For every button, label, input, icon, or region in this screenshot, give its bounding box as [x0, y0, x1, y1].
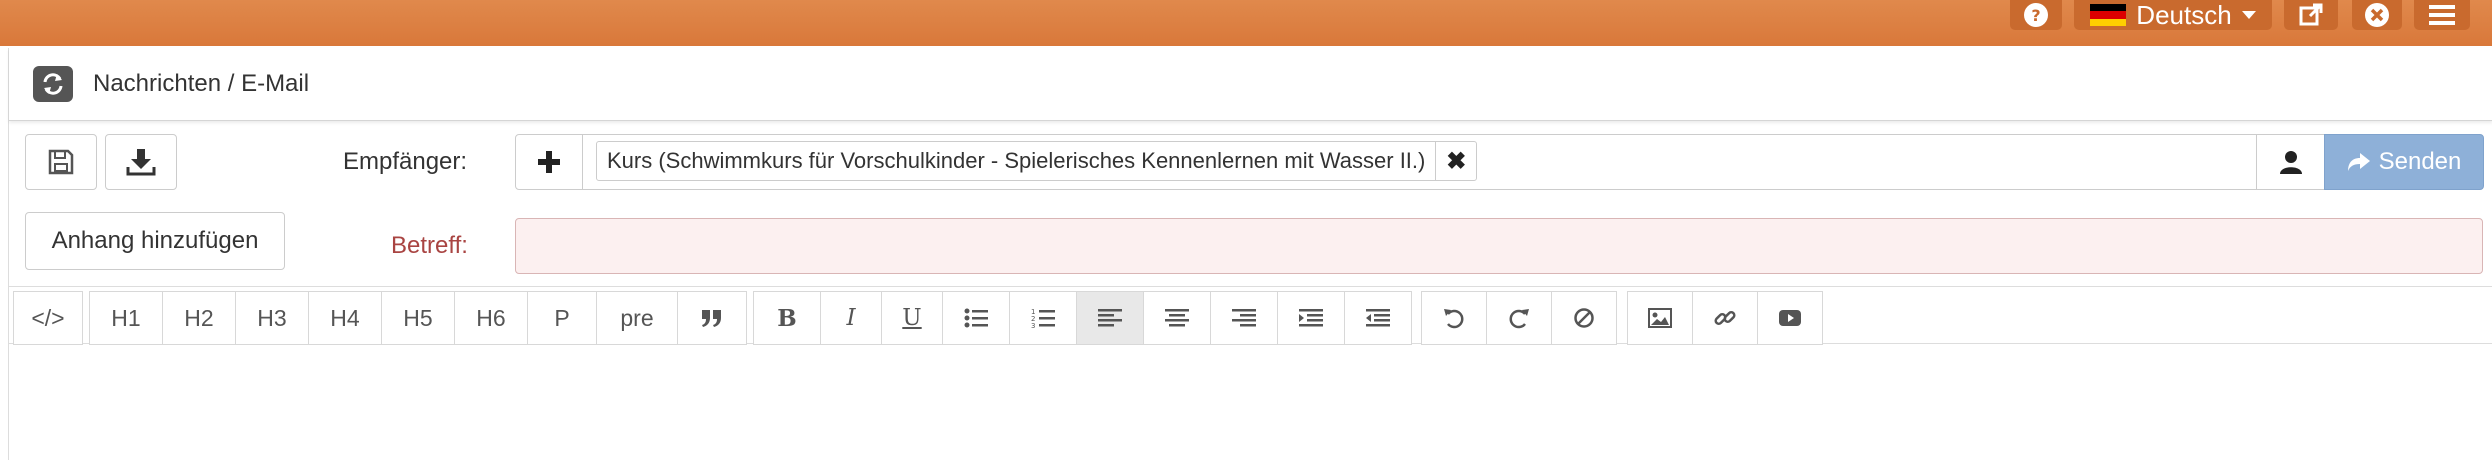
plus-icon: [538, 151, 560, 173]
german-flag-icon: [2090, 4, 2127, 26]
code-view-group: </>: [13, 291, 83, 345]
h6-button[interactable]: H6: [454, 291, 528, 345]
close-button[interactable]: [2352, 0, 2402, 30]
unordered-list-icon: [964, 308, 988, 328]
redo-button[interactable]: [1486, 291, 1552, 345]
insert-image-button[interactable]: [1627, 291, 1693, 345]
editor-area[interactable]: [9, 346, 2492, 460]
user-icon: [2280, 151, 2302, 174]
outdent-button[interactable]: [1344, 291, 1412, 345]
refresh-icon: [43, 73, 63, 95]
heading-group: H1 H2 H3 H4 H5 H6 P pre: [89, 291, 747, 345]
recipients-field: Kurs (Schwimmkurs für Vorschulkinder - S…: [515, 134, 2484, 190]
close-circle-icon: [2365, 3, 2389, 27]
blockquote-button[interactable]: [677, 291, 747, 345]
svg-text:3: 3: [1031, 322, 1035, 329]
save-button[interactable]: [25, 134, 97, 190]
paragraph-button[interactable]: P: [527, 291, 597, 345]
outdent-icon: [1366, 309, 1390, 327]
align-center-button[interactable]: [1143, 291, 1211, 345]
h4-button[interactable]: H4: [308, 291, 382, 345]
format-group: B I U 123: [753, 291, 1278, 345]
floppy-disk-icon: [48, 149, 74, 175]
link-icon: [1714, 310, 1736, 326]
underline-button[interactable]: U: [881, 291, 943, 345]
history-group: [1421, 291, 1617, 345]
pre-button[interactable]: pre: [596, 291, 678, 345]
code-view-button[interactable]: </>: [13, 291, 83, 345]
add-attachment-button[interactable]: Anhang hinzufügen: [25, 212, 285, 270]
remove-recipient-icon[interactable]: ✖: [1435, 142, 1476, 180]
image-icon: [1648, 308, 1672, 328]
insert-video-button[interactable]: [1757, 291, 1823, 345]
insert-link-button[interactable]: [1692, 291, 1758, 345]
undo-icon: [1444, 309, 1464, 329]
add-recipient-button[interactable]: [516, 135, 583, 189]
h2-button[interactable]: H2: [162, 291, 236, 345]
recipient-tag: Kurs (Schwimmkurs für Vorschulkinder - S…: [596, 141, 1478, 181]
message-panel: Nachrichten / E-Mail Anhang hinzufügen E…: [8, 48, 2492, 460]
external-link-icon: [2299, 3, 2323, 26]
download-button[interactable]: [105, 134, 177, 190]
recipients-label: Empfänger:: [343, 148, 468, 175]
clear-format-button[interactable]: [1551, 291, 1617, 345]
language-select[interactable]: Deutsch: [2074, 0, 2272, 30]
video-icon: [1779, 310, 1801, 326]
ordered-list-button[interactable]: 123: [1009, 291, 1077, 345]
language-label: Deutsch: [2136, 0, 2232, 30]
refresh-button[interactable]: [33, 66, 73, 102]
quote-icon: [702, 310, 721, 327]
send-button[interactable]: Senden: [2324, 134, 2484, 190]
align-right-button[interactable]: [1210, 291, 1278, 345]
align-left-button[interactable]: [1076, 291, 1144, 345]
caret-down-icon: [2241, 11, 2256, 19]
align-right-icon: [1232, 309, 1256, 327]
download-icon: [126, 149, 156, 176]
page-title: Nachrichten / E-Mail: [93, 70, 310, 97]
align-left-icon: [1098, 309, 1122, 327]
menu-button[interactable]: [2414, 0, 2470, 30]
indent-icon: [1299, 309, 1323, 327]
subject-input[interactable]: [515, 218, 2483, 274]
top-bar: ? Deutsch: [0, 0, 2492, 46]
bold-button[interactable]: B: [753, 291, 821, 345]
h3-button[interactable]: H3: [235, 291, 309, 345]
recipient-tag-label: Kurs (Schwimmkurs für Vorschulkinder - S…: [607, 148, 1426, 173]
redo-icon: [1509, 309, 1529, 329]
h5-button[interactable]: H5: [381, 291, 455, 345]
indent-group: [1277, 291, 1412, 345]
h1-button[interactable]: H1: [89, 291, 163, 345]
panel-header: Nachrichten / E-Mail: [9, 48, 2492, 121]
italic-button[interactable]: I: [820, 291, 882, 345]
editor-toolbar: </> H1 H2 H3 H4 H5 H6 P pre B I U 123: [9, 286, 2492, 345]
menu-icon: [2429, 5, 2455, 25]
unordered-list-button[interactable]: [942, 291, 1010, 345]
insert-group: [1627, 291, 1823, 345]
question-circle-icon: ?: [2024, 3, 2048, 27]
external-link-button[interactable]: [2284, 0, 2338, 30]
select-user-button[interactable]: [2256, 135, 2325, 189]
ban-icon: [1574, 308, 1594, 328]
subject-label: Betreff:: [391, 232, 468, 259]
share-arrow-icon: [2347, 153, 2370, 171]
align-center-icon: [1165, 309, 1189, 327]
send-label: Senden: [2378, 148, 2462, 175]
ordered-list-icon: 123: [1031, 308, 1055, 329]
indent-button[interactable]: [1277, 291, 1345, 345]
svg-text:?: ?: [2031, 6, 2040, 25]
help-button[interactable]: ?: [2010, 0, 2062, 30]
undo-button[interactable]: [1421, 291, 1487, 345]
